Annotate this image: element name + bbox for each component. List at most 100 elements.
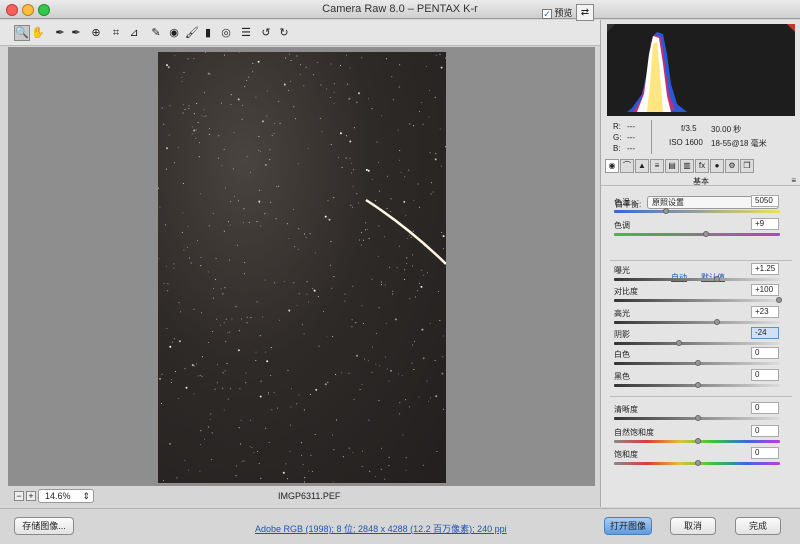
star (400, 171, 402, 173)
star (238, 330, 240, 332)
temperature-slider-track[interactable] (614, 210, 780, 213)
star (191, 133, 193, 135)
star (169, 442, 171, 445)
star (195, 129, 197, 131)
saturation-value-field[interactable]: 0 (751, 447, 779, 459)
color-sampler-tool-icon[interactable]: ✒ (68, 25, 84, 41)
blacks-value-field[interactable]: 0 (751, 369, 779, 381)
rotate-left-icon[interactable]: ↺ (258, 25, 274, 41)
exposure-slider-track[interactable] (614, 278, 780, 281)
tone-curve-tab-icon[interactable]: ⌒ (620, 159, 634, 173)
whites-value-field[interactable]: 0 (751, 347, 779, 359)
snapshots-tab-icon[interactable]: ❒ (740, 159, 754, 173)
clarity-value-field[interactable]: 0 (751, 402, 779, 414)
tint-value-field[interactable]: +9 (751, 218, 779, 230)
full-screen-button[interactable]: ⇄ (576, 4, 594, 21)
star (246, 156, 248, 158)
star (302, 463, 304, 465)
hand-tool-icon[interactable]: ✋ (30, 25, 46, 41)
contrast-value-field[interactable]: +100 (751, 284, 779, 296)
vibrance-value-field[interactable]: 0 (751, 425, 779, 437)
done-button[interactable]: 完成 (735, 517, 781, 535)
preview-checkbox[interactable]: ✓ 预览 (542, 6, 573, 19)
contrast-slider-track[interactable] (614, 299, 780, 302)
adjustment-brush-icon[interactable]: 🖌 (184, 25, 200, 41)
star (411, 265, 413, 267)
star (173, 263, 175, 265)
radial-filter-icon[interactable]: ◎ (218, 25, 234, 41)
panel-menu-icon[interactable]: ≡ (791, 176, 796, 185)
close-window-button[interactable] (6, 4, 18, 16)
vibrance-slider-thumb[interactable] (695, 438, 701, 444)
straighten-tool-icon[interactable]: ⊿ (126, 25, 142, 41)
clarity-slider-thumb[interactable] (695, 415, 701, 421)
vibrance-label: 自然饱和度 (614, 428, 654, 437)
exposure-value-field[interactable]: +1.25 (751, 263, 779, 275)
star (421, 269, 423, 271)
star (345, 157, 347, 159)
temperature-slider-thumb[interactable] (662, 208, 669, 214)
highlights-value-field[interactable]: +23 (751, 306, 779, 318)
shadow-clip-icon[interactable] (607, 24, 615, 32)
shadows-slider-track[interactable] (614, 342, 780, 345)
lens-corrections-tab-icon[interactable]: ▥ (680, 159, 694, 173)
contrast-slider-thumb[interactable] (776, 297, 782, 303)
clarity-label: 清晰度 (614, 405, 638, 414)
star (264, 163, 267, 166)
effects-tab-icon[interactable]: fx (695, 159, 709, 173)
preferences-icon[interactable]: ☰ (238, 25, 254, 41)
star (207, 271, 209, 273)
star (296, 403, 298, 405)
shadows-slider-thumb[interactable] (675, 340, 682, 346)
targeted-adjustment-tool-icon[interactable]: ⊕ (88, 25, 104, 41)
zoom-out-button[interactable]: − (14, 491, 24, 501)
star (250, 419, 252, 421)
tint-slider-track[interactable] (614, 233, 780, 236)
camera-calibration-tab-icon[interactable]: ● (710, 159, 724, 173)
white-balance-tool-icon[interactable]: ✒ (52, 25, 68, 41)
red-eye-tool-icon[interactable]: ◉ (166, 25, 182, 41)
zoom-window-button[interactable] (38, 4, 50, 16)
photo-preview[interactable] (158, 52, 446, 483)
star (439, 319, 441, 321)
saturation-slider-thumb[interactable] (695, 460, 701, 466)
star (409, 298, 411, 300)
preview-checkbox-box[interactable]: ✓ (542, 8, 552, 19)
detail-tab-icon[interactable]: ▲ (635, 159, 649, 173)
star (269, 149, 271, 151)
open-image-button[interactable]: 打开图像 (604, 517, 652, 535)
star (380, 284, 382, 286)
split-toning-tab-icon[interactable]: ▤ (665, 159, 679, 173)
temperature-value-field[interactable]: 5050 (751, 195, 779, 207)
highlight-clip-icon[interactable] (787, 24, 795, 32)
zoom-select[interactable]: 14.6% ⇕ (38, 489, 94, 503)
minimize-window-button[interactable] (22, 4, 34, 16)
star (183, 249, 185, 251)
workflow-options-link[interactable]: Adobe RGB (1998); 8 位; 2848 x 4288 (12.2… (255, 522, 507, 535)
star (235, 465, 237, 467)
shadows-value-field[interactable]: -24 (751, 327, 779, 339)
rotate-right-icon[interactable]: ↻ (276, 25, 292, 41)
presets-tab-icon[interactable]: ⚙ (725, 159, 739, 173)
hsl-tab-icon[interactable]: ≡ (650, 159, 664, 173)
star (327, 200, 329, 202)
star (264, 279, 266, 281)
star (314, 252, 316, 254)
star (392, 99, 394, 101)
save-image-button[interactable]: 存储图像... (14, 517, 74, 535)
zoom-tool-icon[interactable]: 🔍 (14, 25, 30, 41)
basic-tab-icon[interactable]: ◉ (605, 159, 619, 173)
crop-tool-icon[interactable]: ⌗ (108, 25, 124, 41)
whites-slider-thumb[interactable] (695, 360, 701, 366)
cancel-button[interactable]: 取消 (670, 517, 716, 535)
spot-removal-tool-icon[interactable]: ✎ (148, 25, 164, 41)
star (422, 357, 425, 360)
star (236, 244, 238, 246)
highlights-slider-track[interactable] (614, 321, 780, 324)
blacks-slider-thumb[interactable] (695, 382, 701, 388)
graduated-filter-icon[interactable]: ▮ (200, 25, 216, 41)
star (204, 92, 205, 94)
zoom-in-button[interactable]: + (26, 491, 36, 501)
file-name: IMGP6311.PEF (278, 491, 341, 501)
star (351, 172, 352, 174)
